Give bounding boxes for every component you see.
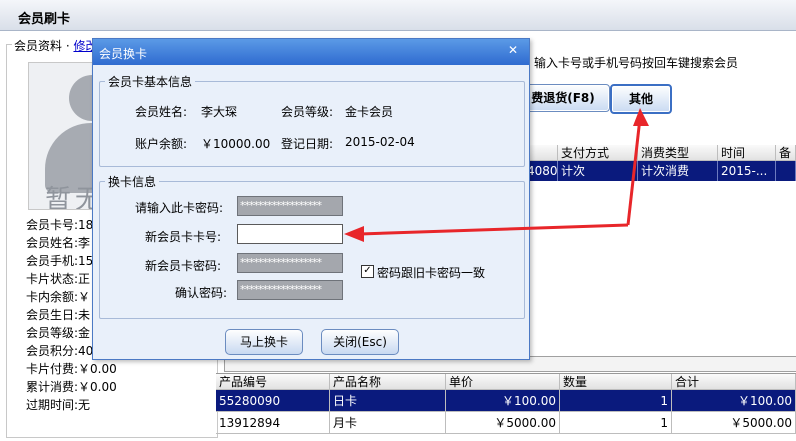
annotation-arrowhead [633,108,649,126]
annotation-arrow-shaft [626,117,642,226]
annotation-arrow-shaft [359,223,629,236]
annotation-arrow [344,108,649,242]
annotation-arrowhead [344,226,364,242]
